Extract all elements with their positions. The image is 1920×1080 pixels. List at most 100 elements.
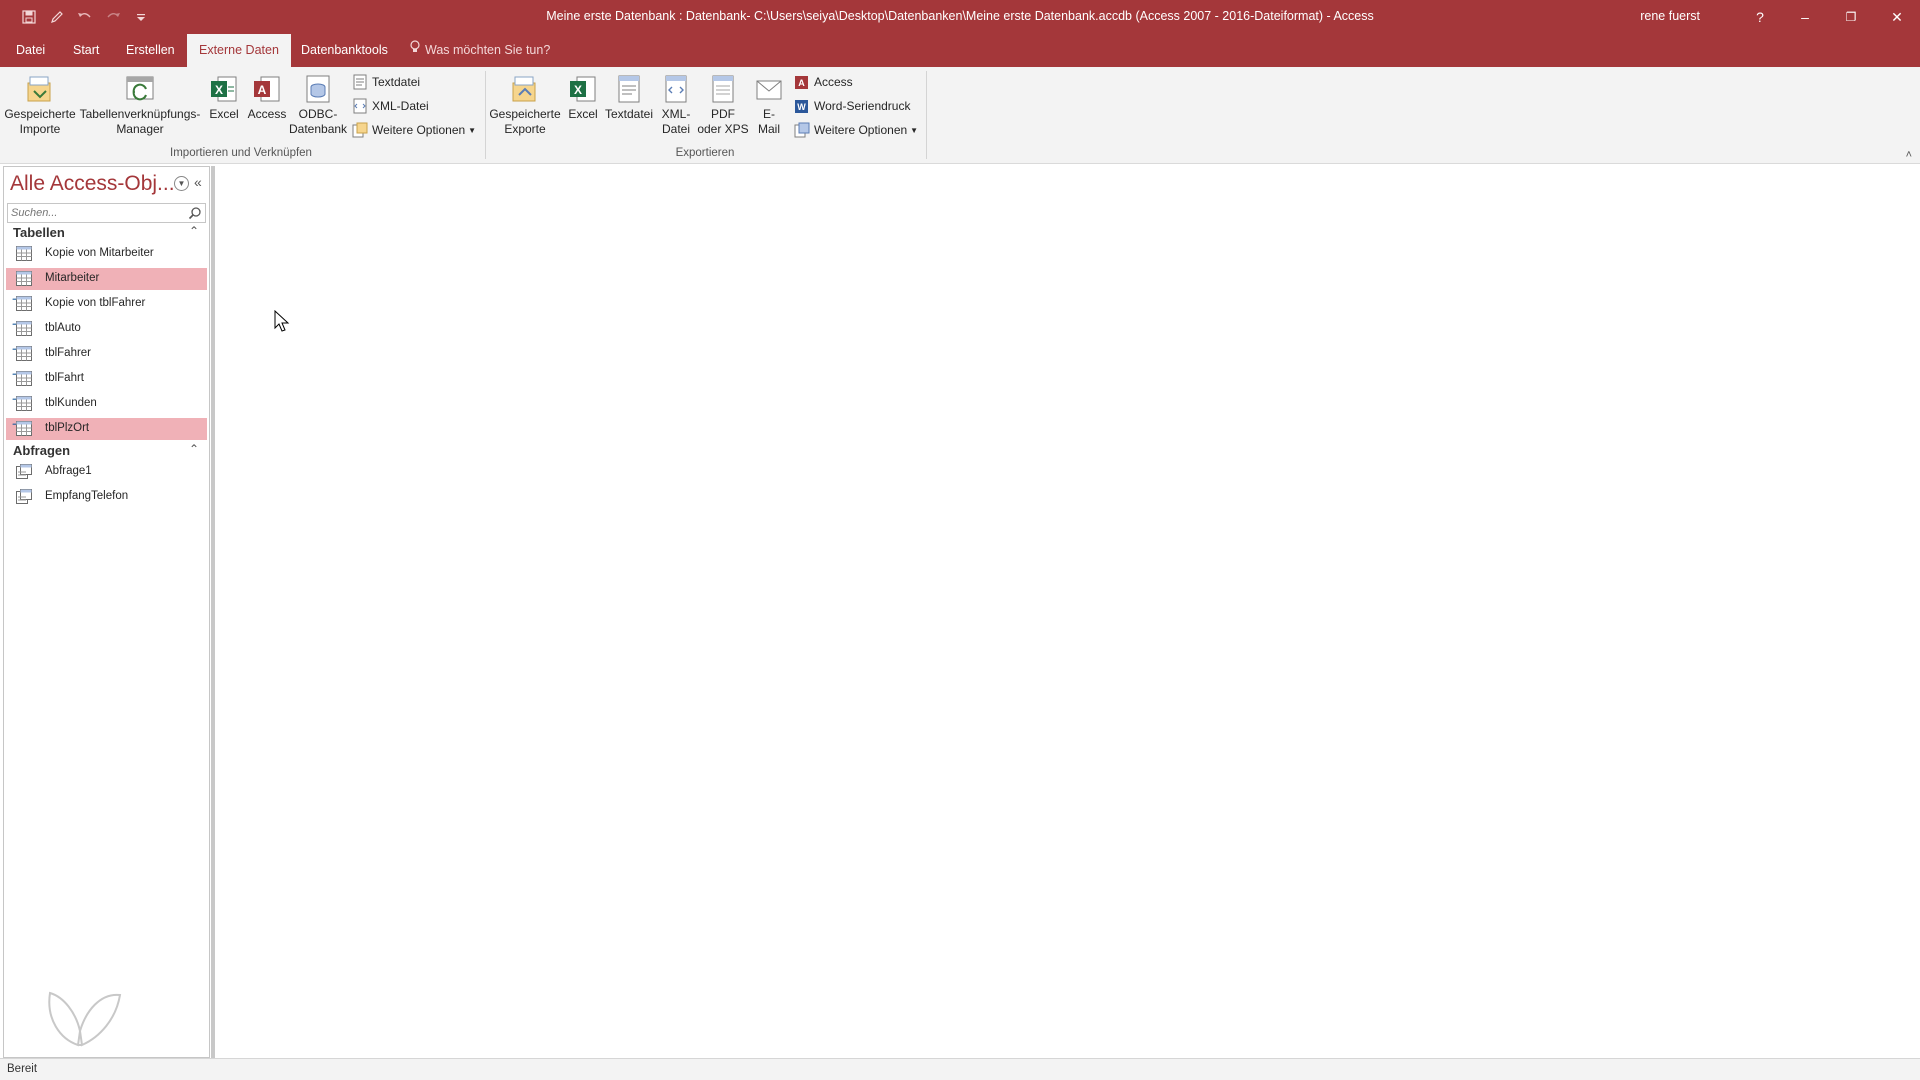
odbc-icon: [302, 73, 334, 105]
nav-item-tblauto[interactable]: ➜ tblAuto: [6, 318, 207, 340]
table-icon: [16, 246, 32, 261]
linked-table-manager-icon: [124, 73, 156, 105]
more-options-icon: [352, 122, 368, 138]
export-email-button[interactable]: E- Mail: [752, 73, 786, 137]
export-xmlfile-button[interactable]: XML- Datei: [656, 73, 696, 137]
nav-item-tblplzort[interactable]: ➜ tblPlzOrt: [6, 418, 207, 440]
import-xmlfile-button[interactable]: XML-Datei: [352, 96, 429, 116]
nav-header[interactable]: Alle Access-Obj... ▼ «: [4, 167, 209, 203]
import-textfile-button[interactable]: Textdatei: [352, 72, 420, 92]
export-pdf-label-2: oder XPS: [697, 122, 749, 136]
nav-search-box: [7, 203, 206, 223]
nav-group-abfragen[interactable]: Abfragen ⌃: [4, 441, 209, 461]
query-icon: [16, 464, 32, 479]
export-textfile-label: Textdatei: [604, 107, 654, 121]
import-access-label: Access: [247, 107, 287, 121]
nav-item-label: tblFahrt: [45, 372, 84, 384]
saved-imports-icon: [24, 73, 56, 105]
export-textfile-button[interactable]: Textdatei: [604, 73, 654, 122]
export-more-options-label: Weitere Optionen: [814, 123, 908, 137]
nav-item-tblkunden[interactable]: ➜ tblKunden: [6, 393, 207, 415]
ribbon-tabs: Datei Start Erstellen Externe Daten Date…: [0, 34, 1920, 67]
tell-me-search[interactable]: Was möchten Sie tun?: [410, 34, 550, 67]
nav-group-label: Abfragen: [13, 443, 71, 458]
table-icon: [16, 421, 32, 436]
nav-item-abfrage1[interactable]: Abfrage1: [6, 461, 207, 483]
import-textfile-label: Textdatei: [372, 75, 421, 89]
svg-text:X: X: [574, 83, 582, 97]
table-icon: [16, 371, 32, 386]
tab-datenbanktools[interactable]: Datenbanktools: [289, 34, 400, 67]
document-workspace: [215, 166, 1920, 1058]
tab-externe-daten[interactable]: Externe Daten: [187, 34, 291, 67]
nav-title[interactable]: Alle Access-Obj...: [10, 172, 175, 196]
linked-table-manager-button[interactable]: Tabellenverknüpfungs- Manager: [78, 73, 202, 137]
chevron-down-icon: ▼: [468, 125, 477, 135]
nav-item-tblfahrt[interactable]: ➜ tblFahrt: [6, 368, 207, 390]
saved-exports-label-1: Gespeicherte: [489, 107, 561, 121]
word-merge-label: Word-Seriendruck: [814, 99, 911, 113]
tab-start[interactable]: Start: [61, 34, 111, 67]
help-button[interactable]: ?: [1740, 0, 1780, 34]
odbc-label-1: ODBC-: [298, 107, 338, 121]
nav-item-label: Mitarbeiter: [45, 272, 100, 284]
mouse-cursor-icon: [274, 309, 290, 334]
nav-group-tabellen[interactable]: Tabellen ⌃: [4, 223, 209, 243]
pdf-icon: [707, 73, 739, 105]
linked-table-manager-label-1: Tabellenverknüpfungs-: [79, 107, 201, 121]
nav-item-tblfahrer[interactable]: ➜ tblFahrer: [6, 343, 207, 365]
nav-item-label: tblAuto: [45, 322, 81, 334]
export-xmlfile-label-1: XML-: [661, 107, 691, 121]
xmlfile-icon: [352, 98, 368, 114]
saved-exports-button[interactable]: Gespeicherte Exporte: [489, 73, 561, 137]
saved-imports-button[interactable]: Gespeicherte Importe: [4, 73, 76, 137]
export-excel-button[interactable]: X Excel: [564, 73, 602, 122]
ribbon: Gespeicherte Importe Tabellenverknüpfung…: [0, 67, 1920, 164]
butterfly-logo-icon: [40, 979, 124, 1051]
nav-search-input[interactable]: [8, 204, 183, 222]
user-name[interactable]: rene fuerst: [1640, 9, 1700, 23]
import-excel-button[interactable]: X Excel: [205, 73, 243, 122]
nav-menu-chevron-icon[interactable]: ▼: [174, 176, 189, 191]
nav-group-label: Tabellen: [13, 225, 65, 240]
more-options-icon: [794, 122, 810, 138]
search-icon[interactable]: [188, 206, 202, 220]
xmlfile-icon: [660, 73, 692, 105]
nav-item-kopie-von-tblfahrer[interactable]: ➜ Kopie von tblFahrer: [6, 293, 207, 315]
export-excel-label: Excel: [568, 107, 598, 121]
table-icon: [16, 271, 32, 286]
table-icon: [16, 396, 32, 411]
saved-imports-label-1: Gespeicherte: [4, 107, 76, 121]
import-access-button[interactable]: A Access: [245, 73, 289, 122]
import-more-options-button[interactable]: Weitere Optionen ▼: [352, 120, 476, 140]
email-icon: [753, 73, 785, 105]
word-merge-button[interactable]: W Word-Seriendruck: [794, 96, 910, 116]
table-icon: [16, 346, 32, 361]
shutter-bar-close-icon[interactable]: «: [194, 174, 202, 190]
nav-item-label: tblPlzOrt: [45, 422, 90, 434]
lightbulb-icon: [410, 34, 420, 67]
query-icon: [16, 489, 32, 504]
nav-item-kopie-von-mitarbeiter[interactable]: Kopie von Mitarbeiter: [6, 243, 207, 265]
nav-item-mitarbeiter[interactable]: Mitarbeiter: [6, 268, 207, 290]
group-divider: [926, 71, 927, 159]
export-more-options-button[interactable]: Weitere Optionen ▼: [794, 120, 918, 140]
tab-datei[interactable]: Datei: [4, 34, 57, 67]
collapse-ribbon-icon[interactable]: ˄: [1906, 149, 1912, 161]
minimize-button[interactable]: –: [1782, 0, 1828, 34]
saved-imports-label-2: Importe: [19, 122, 61, 136]
import-more-options-label: Weitere Optionen: [372, 123, 466, 137]
navigation-pane: Alle Access-Obj... ▼ « Tabellen ⌃ Kopie …: [3, 166, 210, 1058]
export-pdf-button[interactable]: PDF oder XPS: [697, 73, 749, 137]
nav-item-empfangtelefon[interactable]: EmpfangTelefon: [6, 486, 207, 508]
import-excel-label: Excel: [209, 107, 239, 121]
nav-item-label: tblFahrer: [45, 347, 92, 359]
nav-item-label: tblKunden: [45, 397, 97, 409]
close-button[interactable]: ✕: [1874, 0, 1920, 34]
export-xmlfile-label-2: Datei: [661, 122, 690, 136]
export-access-button[interactable]: A Access: [794, 72, 853, 92]
restore-button[interactable]: ❐: [1828, 0, 1874, 34]
tab-erstellen[interactable]: Erstellen: [114, 34, 187, 67]
odbc-database-button[interactable]: ODBC- Datenbank: [289, 73, 347, 137]
textfile-icon: [613, 73, 645, 105]
